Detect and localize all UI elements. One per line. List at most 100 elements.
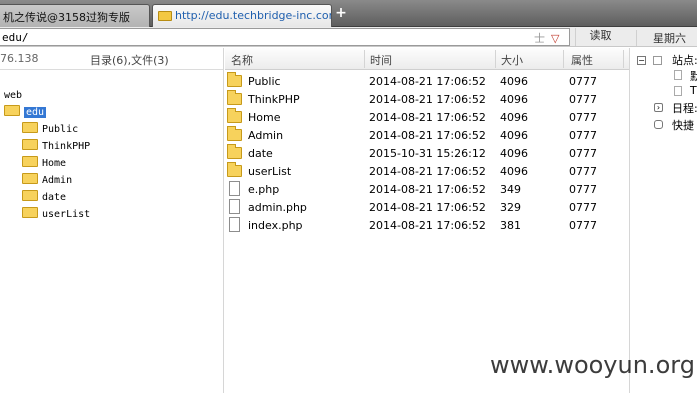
file-time: 2014-08-21 17:06:52 [369, 219, 486, 232]
site-label[interactable]: 站点: [672, 52, 697, 68]
file-time: 2014-08-21 17:06:52 [369, 165, 486, 178]
tab-inactive[interactable]: 机之传说@3158过狗专版 [0, 4, 150, 27]
file-attr: 0777 [569, 93, 597, 106]
file-name: Admin [248, 129, 284, 142]
read-button[interactable]: 读取 [575, 28, 625, 46]
folder-icon [22, 190, 38, 201]
file-size: 4096 [500, 111, 528, 124]
table-row[interactable]: ThinkPHP 2014-08-21 17:06:52 4096 0777 [225, 90, 629, 109]
file-name: Public [248, 75, 281, 88]
file-size: 329 [500, 201, 521, 214]
file-size: 4096 [500, 129, 528, 142]
file-time: 2014-08-21 17:06:52 [369, 111, 486, 124]
file-size: 4096 [500, 165, 528, 178]
table-row[interactable]: userList 2014-08-21 17:06:52 4096 0777 [225, 162, 629, 181]
table-row[interactable]: e.php 2014-08-21 17:06:52 349 0777 [225, 181, 629, 199]
dropdown-icon[interactable]: ▽ [551, 32, 559, 45]
table-row[interactable]: date 2015-10-31 15:26:12 4096 0777 [225, 144, 629, 163]
expand-box-icon[interactable]: − [637, 56, 646, 65]
file-time: 2014-08-21 17:06:52 [369, 201, 486, 214]
shortcut-label[interactable]: 快捷 [672, 117, 694, 133]
tree-node-public[interactable]: Public [22, 122, 78, 138]
file-name: date [248, 147, 273, 160]
table-row[interactable]: Public 2014-08-21 17:06:52 4096 0777 [225, 72, 629, 91]
toolbar: edu/ 士 ▽ 读取 星期六 [0, 27, 697, 47]
path-input[interactable]: edu/ [0, 28, 570, 46]
table-row[interactable]: Admin 2014-08-21 17:06:52 4096 0777 [225, 126, 629, 145]
file-time: 2014-08-21 17:06:52 [369, 129, 486, 142]
file-list: 名称 时间 大小 属性 Public 2014-08-21 17:06:52 409… [225, 48, 629, 393]
folder-icon [227, 90, 242, 105]
column-header-name[interactable]: 名称 [231, 52, 253, 68]
site-child-label[interactable]: T [690, 84, 697, 97]
directory-tree-panel: 76.138 目录(6),文件(3) web edu Public ThinkP… [0, 48, 224, 393]
site-child-label[interactable]: 默 [690, 68, 697, 84]
file-size: 4096 [500, 147, 528, 160]
calendar-icon: › [654, 103, 663, 112]
file-icon [229, 217, 240, 232]
folder-icon [227, 126, 242, 141]
tab-label: http://edu.techbridge-inc.com... [175, 9, 331, 22]
column-divider[interactable] [495, 50, 496, 68]
tree-node-admin[interactable]: Admin [22, 173, 72, 189]
folder-icon [227, 162, 242, 177]
column-header-attr[interactable]: 属性 [571, 52, 593, 68]
folder-icon [227, 72, 242, 87]
tree-node-label: Home [42, 158, 67, 169]
host-address: 76.138 [0, 52, 39, 65]
tree-node-thinkphp[interactable]: ThinkPHP [22, 139, 90, 155]
tree-node-userlist[interactable]: userList [22, 207, 90, 223]
schedule-label[interactable]: 日程: [672, 100, 697, 116]
file-name: admin.php [248, 201, 307, 214]
tree-header: 76.138 目录(6),文件(3) [0, 48, 223, 70]
side-panel: − 站点: 默 T › 日程: 快捷 [629, 48, 697, 393]
tree-node-date[interactable]: date [22, 190, 66, 206]
file-name: ThinkPHP [248, 93, 300, 106]
path-controls: 士 ▽ [534, 30, 559, 46]
file-attr: 0777 [569, 201, 597, 214]
folder-icon [22, 173, 38, 184]
dir-file-counts: 目录(6),文件(3) [90, 54, 169, 67]
file-time: 2014-08-21 17:06:52 [369, 75, 486, 88]
file-size: 4096 [500, 75, 528, 88]
file-attr: 0777 [569, 75, 597, 88]
folder-icon [227, 144, 242, 159]
tree-node-web[interactable]: web [4, 88, 22, 104]
file-attr: 0777 [569, 219, 597, 232]
file-attr: 0777 [569, 183, 597, 196]
checkbox-icon[interactable] [653, 56, 662, 65]
hand-icon [654, 120, 663, 129]
page-icon [674, 86, 682, 96]
file-icon [229, 181, 240, 196]
file-attr: 0777 [569, 147, 597, 160]
file-name: userList [248, 165, 292, 178]
new-tab-button[interactable]: + [334, 6, 348, 20]
column-header-time[interactable]: 时间 [370, 52, 392, 68]
file-icon [229, 199, 240, 214]
tree-node-label: ThinkPHP [42, 141, 91, 152]
pin-icon[interactable]: 士 [534, 32, 545, 45]
tab-active[interactable]: http://edu.techbridge-inc.com... [152, 4, 332, 27]
tab-bar: 机之传说@3158过狗专版 http://edu.techbridge-inc.… [0, 0, 697, 27]
column-divider[interactable] [563, 50, 564, 68]
page-icon [674, 70, 682, 80]
column-header-size[interactable]: 大小 [501, 52, 523, 68]
tree-node-label: date [42, 192, 67, 203]
file-time: 2014-08-21 17:06:52 [369, 93, 486, 106]
file-attr: 0777 [569, 111, 597, 124]
tree-node-home[interactable]: Home [22, 156, 66, 172]
column-divider[interactable] [623, 50, 624, 68]
table-row[interactable]: admin.php 2014-08-21 17:06:52 329 0777 [225, 199, 629, 217]
folder-icon [22, 122, 38, 133]
file-size: 381 [500, 219, 521, 232]
folder-icon [22, 156, 38, 167]
folder-open-icon [4, 105, 20, 116]
weekday-label: 星期六 [636, 30, 686, 46]
file-time: 2014-08-21 17:06:52 [369, 183, 486, 196]
watermark: www.wooyun.org [490, 351, 695, 379]
table-row[interactable]: Home 2014-08-21 17:06:52 4096 0777 [225, 108, 629, 127]
table-row[interactable]: index.php 2014-08-21 17:06:52 381 0777 [225, 217, 629, 235]
column-divider[interactable] [364, 50, 365, 68]
file-size: 4096 [500, 93, 528, 106]
tree-node-edu[interactable]: edu [4, 105, 47, 121]
